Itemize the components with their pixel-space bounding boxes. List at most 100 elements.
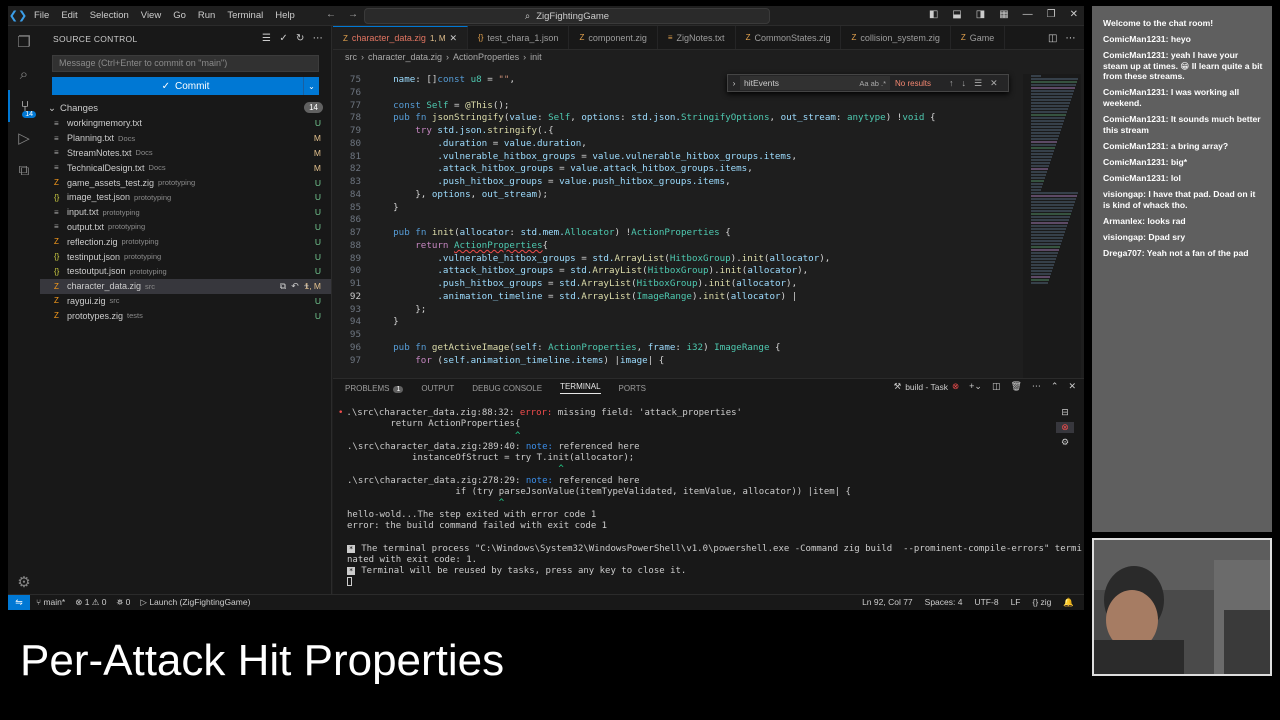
minimap[interactable]	[1023, 74, 1081, 378]
menu-go[interactable]: Go	[167, 10, 192, 21]
branch-status[interactable]: ⑂ main*	[36, 597, 65, 608]
close-window-icon[interactable]: ✕	[1070, 9, 1078, 20]
tab-zignotes-txt[interactable]: ≡ ZigNotes.txt	[658, 26, 736, 49]
search-view-icon[interactable]: ⌕	[8, 58, 40, 90]
breadcrumb-file[interactable]: character_data.zig	[368, 52, 442, 62]
toggle-panel-icon[interactable]: ⬓	[952, 9, 961, 20]
split-editor-icon[interactable]: ◫	[1048, 33, 1057, 44]
menu-run[interactable]: Run	[192, 10, 221, 21]
find-options[interactable]: Aa ab .*	[859, 79, 886, 88]
terminal-task-selector[interactable]: ⚒ build - Task ⊗	[894, 381, 960, 392]
explorer-icon[interactable]: ❐	[8, 26, 40, 58]
file-change-item[interactable]: Zprototypes.zig tests U	[40, 308, 331, 323]
terminal-file-ref[interactable]: .\src\character_data.zig:88:32:	[346, 408, 519, 418]
next-match-icon[interactable]: ↓	[962, 78, 967, 89]
file-change-item[interactable]: {} testoutput.json prototyping U	[40, 264, 331, 279]
menu-edit[interactable]: Edit	[55, 10, 83, 21]
more-actions-icon[interactable]: ⋯	[313, 33, 323, 44]
tab-component-zig[interactable]: Zcomponent.zig	[569, 26, 658, 49]
commit-dropdown-icon[interactable]: ⌄	[303, 77, 319, 95]
close-find-icon[interactable]: ✕	[990, 78, 998, 89]
cursor-position[interactable]: Ln 92, Col 77	[862, 597, 913, 608]
close-tab-icon[interactable]: ✕	[450, 33, 458, 44]
tab-debug-console[interactable]: DEBUG CONSOLE	[472, 384, 542, 393]
tab-commonstates-zig[interactable]: Z CommonStates.zig	[736, 26, 842, 49]
menu-selection[interactable]: Selection	[84, 10, 135, 21]
more-actions-icon[interactable]: ⋯	[1032, 381, 1041, 392]
terminal-file-ref[interactable]: .\src\character_data.zig:289:40:	[347, 442, 526, 452]
indentation[interactable]: Spaces: 4	[925, 597, 963, 608]
maximize-icon[interactable]: ❐	[1047, 9, 1056, 20]
view-as-tree-icon[interactable]: ☰	[262, 33, 271, 44]
menu-view[interactable]: View	[135, 10, 167, 21]
forward-arrow-icon[interactable]: →	[348, 9, 358, 20]
file-change-item[interactable]: ≡ StreamNotes.txt Docs M	[40, 146, 331, 161]
notifications-bell-icon[interactable]: 🔔	[1063, 597, 1074, 608]
file-change-item[interactable]: Zgame_assets_test.zig prototyping U	[40, 175, 331, 190]
toggle-sidebar-icon[interactable]: ◧	[929, 9, 938, 20]
discard-changes-icon[interactable]: ↶	[291, 281, 299, 292]
file-change-item[interactable]: Zreflection.zig prototyping U	[40, 234, 331, 249]
tab-test-chara-1-json[interactable]: {} test_chara_1.json	[468, 26, 570, 49]
commit-message-input[interactable]: Message (Ctrl+Enter to commit on "main")	[52, 55, 319, 72]
tab-terminal[interactable]: TERMINAL	[560, 382, 601, 394]
find-in-selection-icon[interactable]: ☰	[974, 78, 982, 89]
new-terminal-icon[interactable]: +⌄	[969, 381, 982, 392]
maximize-panel-icon[interactable]: ⌃	[1051, 381, 1059, 392]
find-input[interactable]: hitEvents Aa ab .*	[740, 76, 890, 90]
menu-file[interactable]: File	[28, 10, 55, 21]
file-change-item[interactable]: {} testinput.json prototyping U	[40, 249, 331, 264]
source-control-icon[interactable]: ⑂ 14	[8, 90, 40, 122]
tab-collision-system-zig[interactable]: Zcollision_system.zig	[841, 26, 951, 49]
tab-character-data-zig[interactable]: Zcharacter_data.zig 1, M ✕	[333, 26, 469, 49]
kill-terminal-icon[interactable]: 🗑	[1010, 381, 1021, 392]
file-change-item[interactable]: ≡ workingmemory.txt U	[40, 116, 331, 131]
problems-status[interactable]: ⊗ 1 ⚠ 0	[75, 597, 106, 608]
previous-match-icon[interactable]: ↑	[949, 78, 954, 89]
commit-button[interactable]: ✓ Commit ⌄	[52, 77, 319, 95]
open-file-icon[interactable]: ⧉	[280, 281, 286, 292]
file-change-item[interactable]: ≡ Planning.txt Docs M	[40, 131, 331, 146]
breadcrumb-struct[interactable]: ActionProperties	[453, 52, 519, 62]
terminal-shell-icon[interactable]: ⊟	[1061, 407, 1069, 418]
extensions-icon[interactable]: ⧉	[8, 154, 40, 186]
file-change-item[interactable]: Zcharacter_data.zig src ⧉ ↶ +1, M	[40, 278, 331, 294]
toggle-replace-icon[interactable]: ›	[728, 78, 740, 88]
run-debug-icon[interactable]: ▷	[8, 122, 40, 154]
file-change-item[interactable]: {} image_test.json prototyping U	[40, 190, 331, 205]
close-panel-icon[interactable]: ✕	[1068, 381, 1076, 392]
customize-layout-icon[interactable]: ▦	[999, 9, 1008, 20]
terminal-gear-icon[interactable]: ⚙	[1061, 437, 1069, 448]
terminal-output[interactable]: • .\src\character_data.zig:88:32: error: …	[338, 408, 1082, 588]
terminal-file-ref[interactable]: .\src\character_data.zig:278:29:	[347, 476, 526, 486]
menu-help[interactable]: Help	[269, 10, 301, 21]
more-actions-icon[interactable]: ⋯	[1065, 33, 1075, 44]
end-of-line[interactable]: LF	[1011, 597, 1021, 608]
changes-group-header[interactable]: ⌄ Changes 14	[40, 100, 331, 116]
tab-game[interactable]: Z Game	[951, 26, 1006, 49]
file-change-item[interactable]: ≡ output.txt prototyping U	[40, 220, 331, 235]
breadcrumb-src[interactable]: src	[345, 52, 357, 62]
language-mode[interactable]: {} zig	[1032, 597, 1051, 608]
file-change-item[interactable]: ≡ input.txt prototyping U	[40, 205, 331, 220]
file-change-item[interactable]: ≡ TechnicalDesign.txt Docs M	[40, 160, 331, 175]
menu-terminal[interactable]: Terminal	[221, 10, 269, 21]
back-arrow-icon[interactable]: ←	[326, 9, 336, 20]
commit-check-icon[interactable]: ✓	[279, 33, 288, 44]
encoding[interactable]: UTF-8	[974, 597, 998, 608]
tab-ports[interactable]: PORTS	[619, 384, 646, 393]
code-editor[interactable]: 75 name: []const u8 = "", 76 77 const Se…	[333, 74, 1023, 378]
toggle-secondary-sidebar-icon[interactable]: ◨	[976, 9, 985, 20]
command-center[interactable]: ⌕ ZigFightingGame	[364, 8, 770, 24]
minimize-icon[interactable]: —	[1023, 9, 1033, 20]
file-change-item[interactable]: Zraygui.zig src U	[40, 294, 331, 309]
tab-problems[interactable]: PROBLEMS 1	[345, 384, 404, 393]
terminal-task-error-icon[interactable]: ⊗	[1056, 422, 1074, 433]
tab-output[interactable]: OUTPUT	[421, 384, 454, 393]
refresh-icon[interactable]: ↻	[296, 33, 305, 44]
split-terminal-icon[interactable]: ◫	[992, 381, 1001, 392]
launch-status[interactable]: ▷ Launch (ZigFightingGame)	[140, 597, 250, 608]
remote-indicator-icon[interactable]: ⇋	[8, 594, 30, 610]
breadcrumb-function[interactable]: init	[530, 52, 542, 62]
ports-status[interactable]: ⛯ 0	[117, 597, 131, 608]
